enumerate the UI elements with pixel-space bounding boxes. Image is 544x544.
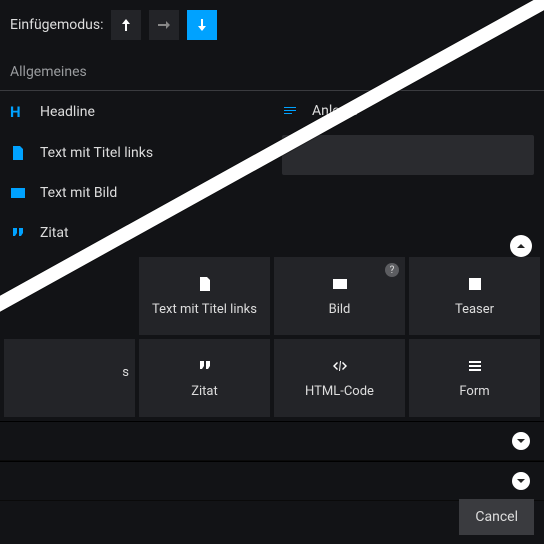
tile-label: Form (459, 384, 489, 399)
insert-mode-label: Einfügemodus: (10, 17, 103, 33)
list-item-headline[interactable]: H Headline (0, 91, 105, 133)
dialog-footer: Cancel (0, 490, 544, 544)
tile-html-code[interactable]: HTML-Code (274, 339, 405, 417)
tile-label: Text mit Titel links (152, 302, 257, 317)
section-title: Allgemeines (0, 48, 544, 91)
tile-label: Bild (329, 302, 351, 317)
arrow-up-icon (118, 17, 134, 33)
tile-text-title-left[interactable]: Text mit Titel links (139, 257, 270, 335)
chevron-down-icon (512, 432, 530, 450)
list-item-text-title-left[interactable]: Text mit Titel links (0, 133, 163, 173)
mode-replace-button[interactable] (149, 10, 179, 40)
tile-image[interactable]: ? Bild (274, 257, 405, 335)
tile-quote[interactable]: Zitat (139, 339, 270, 417)
help-icon[interactable]: ? (385, 263, 399, 277)
cancel-button[interactable]: Cancel (459, 499, 534, 535)
list-item-text-image[interactable]: Text mit Bild (0, 173, 127, 213)
anleser-icon (282, 103, 300, 119)
tile-label: HTML-Code (305, 384, 374, 399)
list-item-label: Headline (40, 104, 95, 120)
tile-label: Zitat (191, 384, 218, 399)
headline-icon: H (10, 103, 28, 121)
list-item-label: Text mit Titel links (40, 145, 153, 161)
quote-icon (10, 225, 28, 241)
mode-after-button[interactable] (187, 10, 217, 40)
accordion-collapse-button[interactable] (510, 235, 532, 257)
chevron-down-icon (512, 472, 530, 490)
section-collapsed-1[interactable] (0, 421, 544, 461)
arrow-right-icon (156, 17, 172, 33)
code-icon (332, 358, 348, 378)
image-icon (332, 276, 348, 296)
image-icon (10, 185, 28, 201)
quote-icon (197, 358, 213, 378)
document-icon (197, 276, 213, 296)
list-item-label: Text mit Bild (40, 185, 117, 201)
tile-cut-partial[interactable]: s (4, 339, 135, 417)
list-item-quote[interactable]: Zitat (0, 213, 79, 253)
document-icon (10, 145, 28, 161)
tile-grid: Text mit Titel links ? Bild Teaser s Zit… (4, 257, 540, 417)
tile-teaser[interactable]: Teaser (409, 257, 540, 335)
tile-grid-wrap: Text mit Titel links ? Bild Teaser s Zit… (0, 253, 544, 421)
list-item-placeholder (282, 135, 534, 175)
insert-mode-bar: Einfügemodus: (0, 0, 544, 48)
tile-label: Teaser (455, 302, 494, 317)
mode-before-button[interactable] (111, 10, 141, 40)
tile-empty (4, 257, 135, 335)
tile-label: s (122, 365, 129, 380)
arrow-down-icon (194, 17, 210, 33)
list-item-label: Zitat (40, 225, 69, 241)
list-item-anleser[interactable]: Anleser (272, 91, 369, 131)
list-item-label: Anleser (312, 103, 359, 119)
chevron-up-icon (513, 238, 529, 254)
form-icon (467, 358, 483, 378)
teaser-icon (467, 276, 483, 296)
tile-form[interactable]: Form (409, 339, 540, 417)
element-list: H Headline Text mit Titel links Text mit… (0, 91, 544, 253)
